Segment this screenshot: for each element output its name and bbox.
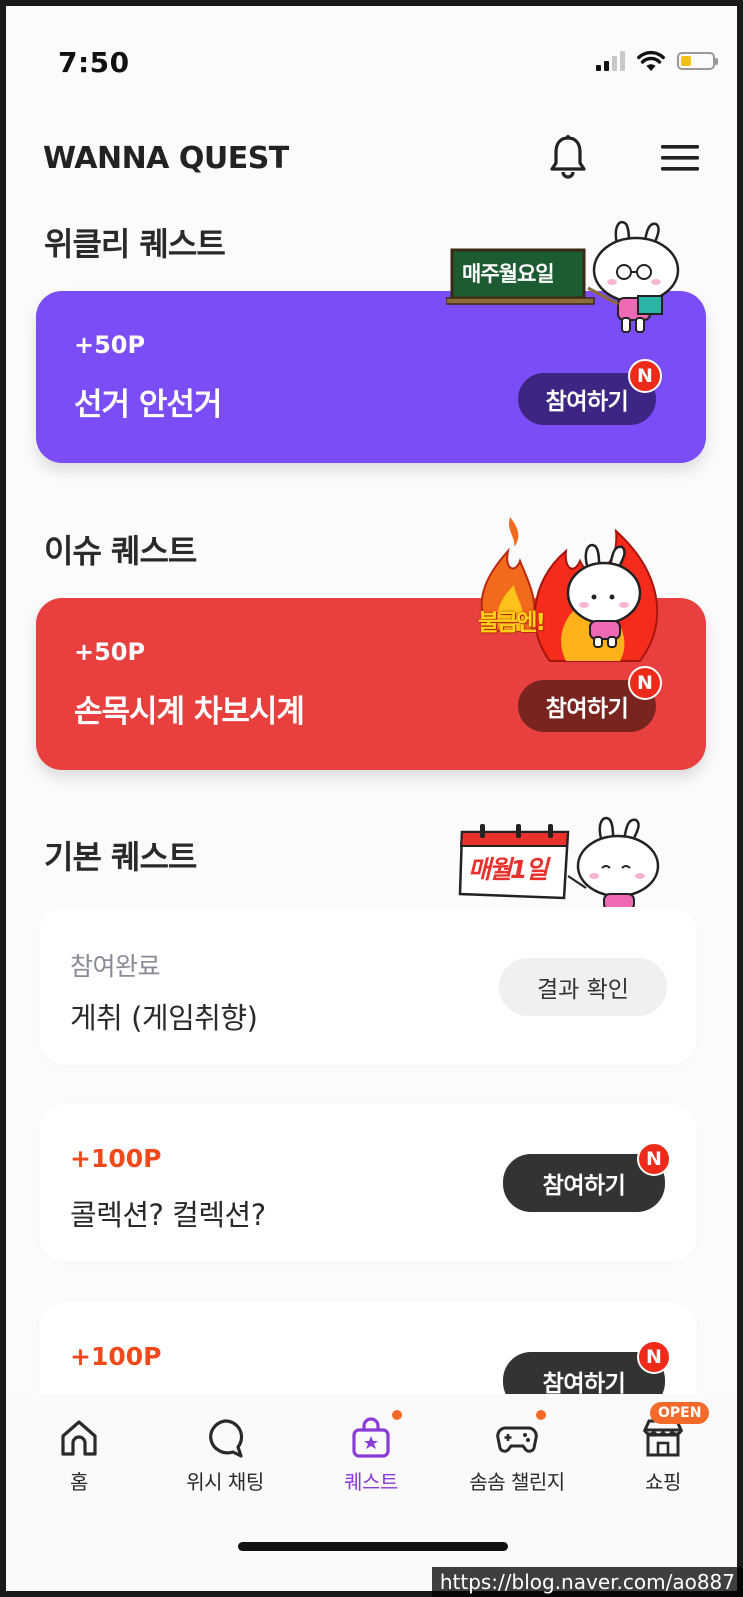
weekly-illustration: 매주월요일 [446, 218, 696, 338]
nav-item-wish-chat[interactable]: 위시 채팅 [152, 1394, 298, 1504]
new-badge: N [628, 359, 662, 393]
nav-item-shopping[interactable]: OPEN 쇼핑 [590, 1394, 736, 1504]
bunny-icon [566, 543, 642, 648]
notification-dot [536, 1410, 546, 1420]
quest-title: 게취 (게임취향) [70, 1001, 258, 1035]
quest-points: +50P [74, 331, 146, 359]
battery-icon [677, 52, 718, 70]
basic-badge-text: 매월1일 [468, 855, 548, 884]
new-badge: N [637, 1340, 671, 1374]
bottom-nav: 홈 위시 채팅 퀘스트 솜솜 챌린지 OPEN 쇼핑 [6, 1394, 737, 1591]
nav-item-challenge[interactable]: 솜솜 챌린지 [444, 1394, 590, 1504]
quest-points: +100P [70, 1144, 162, 1173]
weekly-section-title: 위클리 퀘스트 [44, 225, 226, 263]
quest-points: +50P [74, 638, 146, 666]
result-check-button[interactable]: 결과 확인 [499, 958, 667, 1016]
new-badge: N [637, 1142, 671, 1176]
hamburger-menu-icon[interactable] [661, 143, 699, 173]
basic-illustration: 매월1일 [458, 812, 668, 922]
open-badge: OPEN [650, 1402, 710, 1424]
quest-title: 콜렉션? 컬렉션? [70, 1198, 266, 1232]
wifi-icon [637, 50, 665, 71]
quest-title: 선거 안선거 [74, 387, 222, 423]
quest-bag-icon [352, 1417, 390, 1458]
nav-label: 퀘스트 [344, 1470, 398, 1494]
quest-title: 손목시계 차보시계 [74, 694, 305, 730]
issue-badge-text: 불금엔! [478, 610, 546, 636]
bunny-icon [567, 816, 660, 921]
gamepad-icon [496, 1426, 538, 1453]
nav-label: 위시 채팅 [186, 1470, 264, 1494]
status-icons [596, 50, 718, 72]
nav-label: 홈 [70, 1470, 88, 1494]
nav-label: 솜솜 챌린지 [469, 1470, 565, 1494]
nav-item-home[interactable]: 홈 [6, 1394, 152, 1504]
home-icon [61, 1420, 97, 1456]
nav-item-quest[interactable]: 퀘스트 [298, 1394, 444, 1504]
home-indicator [238, 1542, 508, 1551]
app-screen: 7:50 WANNA QUEST 위클리 퀘스트 +50P 선거 안선거 참여하… [6, 6, 737, 1591]
basic-quest-card[interactable]: +100P 콜렉션? 컬렉션? 참여하기 N [39, 1104, 697, 1262]
bunny-teacher-icon [587, 220, 680, 333]
app-title: WANNA QUEST [43, 141, 289, 176]
basic-quest-card[interactable]: 참여완료 게취 (게임취향) 결과 확인 [39, 907, 697, 1065]
nav-label: 쇼핑 [645, 1470, 681, 1494]
issue-section-title: 이슈 퀘스트 [44, 532, 197, 570]
cellular-signal-icon [596, 51, 625, 71]
basic-section-title: 기본 퀘스트 [44, 838, 197, 876]
watermark-text: https://blog.naver.com/ao887 [431, 1567, 743, 1597]
status-time: 7:50 [58, 46, 130, 79]
bell-icon[interactable] [548, 134, 588, 180]
quest-points: +100P [70, 1342, 162, 1371]
chat-icon [209, 1419, 244, 1458]
new-badge: N [628, 666, 662, 700]
quest-status: 참여완료 [70, 952, 161, 981]
weekly-badge-text: 매주월요일 [462, 262, 555, 286]
notification-dot [392, 1410, 402, 1420]
issue-illustration: 불금엔! [470, 511, 680, 671]
